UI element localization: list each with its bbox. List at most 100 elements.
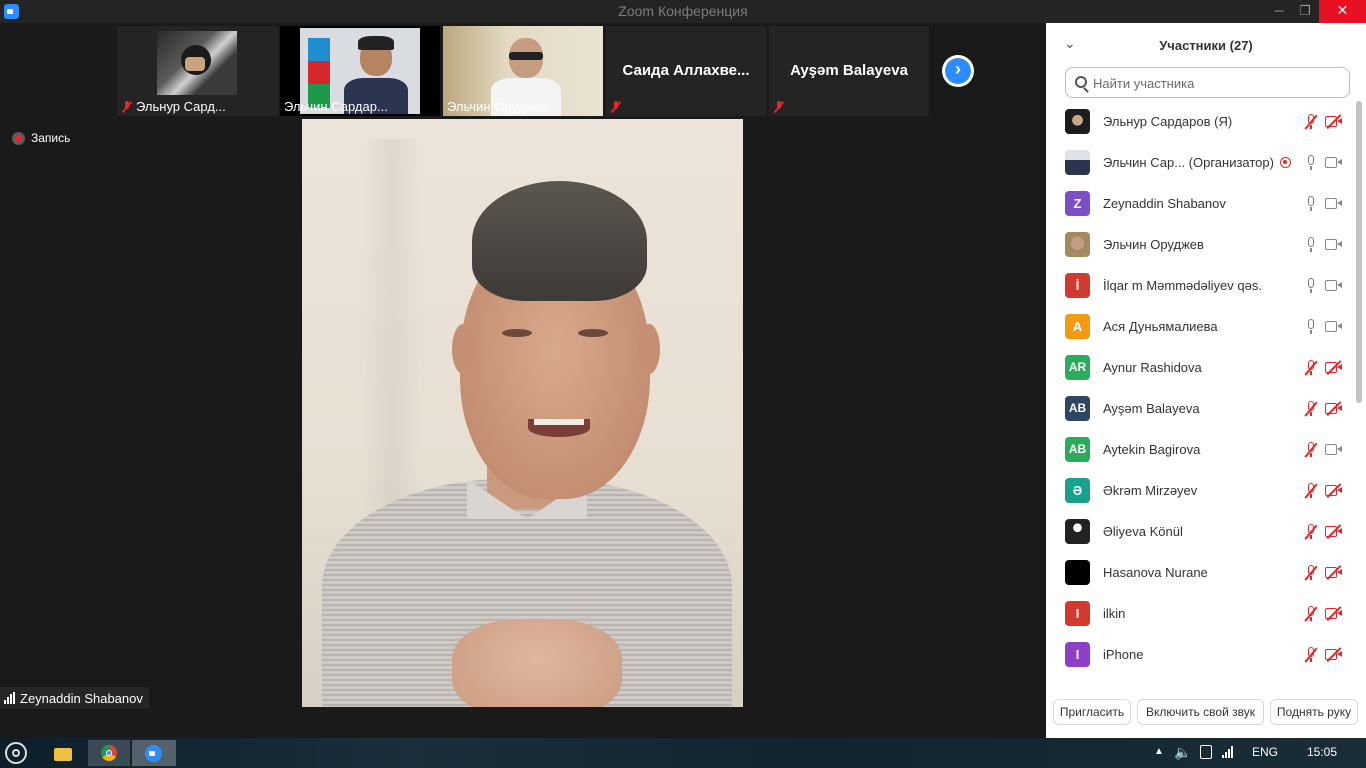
record-icon bbox=[12, 131, 25, 145]
mic-icon bbox=[1304, 237, 1318, 253]
participant-row[interactable]: AR Aynur Rashidova bbox=[1046, 347, 1354, 388]
participant-name: Ayşəm Balayeva bbox=[790, 62, 908, 79]
volume-icon[interactable]: 🔈 bbox=[1174, 744, 1191, 761]
avatar bbox=[1065, 232, 1090, 257]
participant-name: Hasanova Nurane bbox=[1103, 565, 1208, 580]
participant-row[interactable]: AB Ayşəm Balayeva bbox=[1046, 388, 1354, 429]
zoom-window: Zoom Конференция ─ ❐ ✕ Эльнур Сард... Эл… bbox=[0, 0, 1366, 768]
participant-row[interactable]: Iilkin bbox=[1046, 593, 1354, 634]
avatar: Ə bbox=[1065, 478, 1090, 503]
next-page-arrow-icon[interactable]: › bbox=[942, 55, 974, 87]
participant-name: Эльчин Оруджев bbox=[447, 99, 548, 114]
avatar bbox=[1065, 150, 1090, 175]
participant-row[interactable]: Hasanova Nurane bbox=[1046, 552, 1354, 593]
participant-row[interactable]: A Ася Дуньямалиева bbox=[1046, 306, 1354, 347]
recording-indicator[interactable]: Запись bbox=[12, 131, 70, 145]
gallery-thumb[interactable]: Эльнур Сард... bbox=[117, 26, 278, 116]
mic-muted-icon bbox=[610, 101, 622, 113]
avatar: I bbox=[1065, 601, 1090, 626]
input-language[interactable]: ENG bbox=[1252, 745, 1278, 759]
panel-header: ⌄ Участники (27) bbox=[1046, 23, 1366, 67]
participant-row[interactable]: Əliyeva Könül bbox=[1046, 511, 1354, 552]
mic-muted-icon bbox=[1304, 114, 1318, 130]
tray-chevron-up-icon[interactable]: ▲ bbox=[1154, 746, 1164, 757]
gallery-thumb[interactable]: Саида Аллахве... bbox=[606, 26, 766, 116]
search-icon bbox=[1075, 76, 1087, 88]
avatar: AR bbox=[1065, 355, 1090, 380]
window-title: Zoom Конференция bbox=[618, 3, 748, 19]
video-stage: Эльнур Сард... Эльчин Сардар... Эльчин О… bbox=[0, 23, 1046, 738]
active-speaker-label: Zeynaddin Shabanov bbox=[0, 687, 149, 709]
recording-label: Запись bbox=[31, 131, 71, 145]
avatar: AB bbox=[1065, 437, 1090, 462]
signal-strength-icon bbox=[4, 692, 15, 704]
avatar: A bbox=[1065, 314, 1090, 339]
invite-button[interactable]: Пригласить bbox=[1053, 699, 1131, 725]
participant-name: Саида Аллахве... bbox=[622, 62, 750, 79]
mic-icon bbox=[1304, 319, 1318, 335]
speaker-name: Zeynaddin Shabanov bbox=[20, 690, 143, 706]
participant-row[interactable]: AB Aytekin Bagirova bbox=[1046, 429, 1354, 470]
unmute-button[interactable]: Включить свой звук bbox=[1137, 699, 1264, 725]
avatar bbox=[1065, 560, 1090, 585]
file-explorer-icon[interactable] bbox=[48, 740, 78, 766]
participant-name: Эльчин Сар... (Организатор) bbox=[1103, 155, 1274, 170]
participant-video bbox=[157, 31, 237, 95]
participant-name: Эльнур Сард... bbox=[136, 99, 226, 114]
participant-row[interactable]: IiPhone bbox=[1046, 634, 1354, 675]
mic-muted-icon bbox=[1304, 606, 1318, 622]
gallery-thumb[interactable]: Ayşəm Balayeva bbox=[769, 26, 929, 116]
participants-panel: ⌄ Участники (27) Эльнур Сардаров (Я) Эльч… bbox=[1046, 23, 1366, 738]
taskbar: ▲ 🔈 ENG 15:05 bbox=[0, 738, 1366, 768]
participant-name: Aytekin Bagirova bbox=[1103, 442, 1201, 457]
panel-title: Участники (27) bbox=[1159, 38, 1253, 53]
search-input[interactable] bbox=[1093, 73, 1343, 93]
network-icon[interactable] bbox=[1222, 746, 1233, 761]
avatar: İ bbox=[1065, 273, 1090, 298]
battery-icon[interactable] bbox=[1200, 745, 1212, 759]
participant-row[interactable]: Ə Əkrəm Mirzəyev bbox=[1046, 470, 1354, 511]
participant-name: Ayşəm Balayeva bbox=[1103, 401, 1200, 416]
participant-name: Эльчин Сардар... bbox=[284, 99, 388, 114]
participant-name: iPhone bbox=[1103, 647, 1144, 662]
thumb-label: Эльнур Сард... bbox=[121, 99, 226, 114]
avatar bbox=[1065, 519, 1090, 544]
zoom-taskbar-icon[interactable] bbox=[132, 740, 176, 766]
cortana-icon[interactable] bbox=[4, 741, 30, 767]
minimize-button[interactable]: ─ bbox=[1266, 0, 1292, 23]
mic-muted-icon bbox=[1304, 483, 1318, 499]
mic-muted-icon bbox=[1304, 524, 1318, 540]
thumb-label: Эльчин Оруджев bbox=[447, 99, 548, 114]
gallery-thumb[interactable]: Эльчин Оруджев bbox=[443, 26, 603, 116]
participant-row[interactable]: Эльчин Сар... (Организатор) bbox=[1046, 142, 1354, 183]
chrome-icon[interactable] bbox=[88, 740, 130, 766]
mic-muted-icon bbox=[1304, 442, 1318, 458]
avatar bbox=[1065, 109, 1090, 134]
participant-name: ilkin bbox=[1103, 606, 1126, 621]
recording-status-icon bbox=[1280, 157, 1291, 168]
participant-name: İlqar m Məmmədəliyev qəs. bbox=[1103, 278, 1262, 293]
video-icon bbox=[1325, 198, 1342, 209]
participant-search[interactable] bbox=[1065, 67, 1350, 98]
close-button[interactable]: ✕ bbox=[1319, 0, 1366, 23]
scrollbar[interactable] bbox=[1356, 101, 1362, 686]
participant-row[interactable]: Эльчин Оруджев bbox=[1046, 224, 1354, 265]
raise-hand-button[interactable]: Поднять руку bbox=[1270, 699, 1358, 725]
participant-name: Zeynaddin Shabanov bbox=[1103, 196, 1226, 211]
clock[interactable]: 15:05 bbox=[1307, 745, 1337, 759]
video-off-icon bbox=[1325, 485, 1342, 496]
avatar: I bbox=[1065, 642, 1090, 667]
participant-row[interactable]: Эльнур Сардаров (Я) bbox=[1046, 101, 1354, 142]
thumb-label: Эльчин Сардар... bbox=[284, 99, 388, 114]
video-off-icon bbox=[1325, 649, 1342, 660]
participant-row[interactable]: İ İlqar m Məmmədəliyev qəs. bbox=[1046, 265, 1354, 306]
scrollbar-thumb[interactable] bbox=[1356, 101, 1362, 403]
video-icon bbox=[1325, 239, 1342, 250]
gallery-thumb[interactable]: Эльчин Сардар... bbox=[280, 26, 440, 116]
mic-icon bbox=[1304, 196, 1318, 212]
participant-row[interactable]: Z Zeynaddin Shabanov bbox=[1046, 183, 1354, 224]
participant-name: Əkrəm Mirzəyev bbox=[1103, 483, 1198, 498]
video-off-icon bbox=[1325, 116, 1342, 127]
maximize-button[interactable]: ❐ bbox=[1292, 0, 1318, 23]
video-icon bbox=[1325, 321, 1342, 332]
